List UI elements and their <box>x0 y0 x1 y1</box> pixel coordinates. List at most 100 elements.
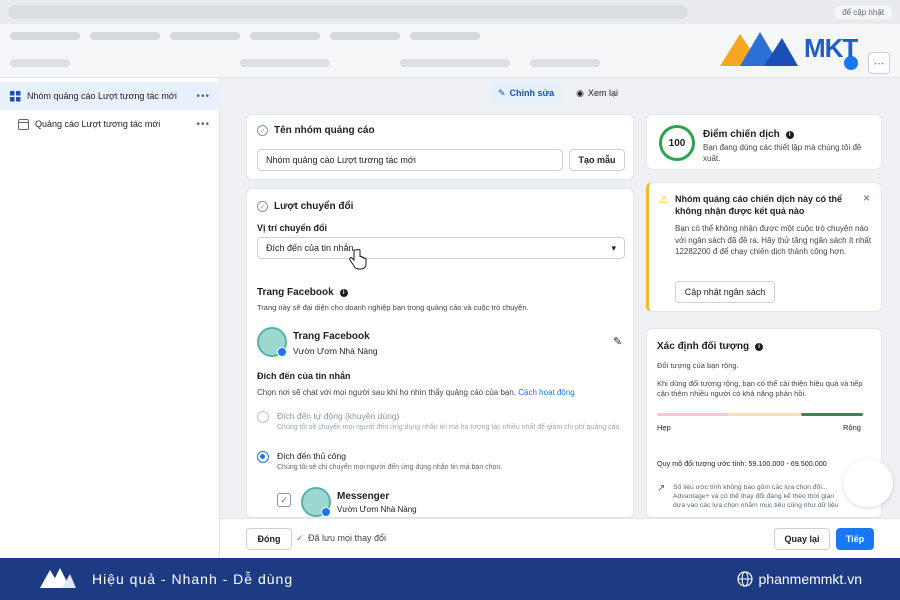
fb-page-label: Trang Facebook i <box>257 287 348 298</box>
audience-desc: Khi dùng đối tượng rộng, bạn có thể cải … <box>657 379 863 399</box>
tab-review[interactable]: ◉ Xem lại <box>568 82 626 104</box>
how-it-works-link[interactable]: Cách hoạt động <box>518 388 575 397</box>
audience-bar-mid <box>729 413 801 416</box>
update-budget-button[interactable]: Cập nhật ngân sách <box>675 281 775 303</box>
edit-pencil-icon[interactable]: ✎ <box>613 335 622 348</box>
logo-text: MKT <box>804 32 858 63</box>
browser-address-bar: để cập nhật <box>0 0 900 24</box>
check-circle-icon: ✓ <box>257 125 268 136</box>
page-sub: Vườn Ươm Nhà Nàng <box>293 346 378 356</box>
messenger-sub: Vườn Ươm Nhà Nàng <box>337 505 417 514</box>
tab-edit[interactable]: ✎ Chỉnh sửa <box>490 82 563 104</box>
ad-icon <box>18 118 29 130</box>
auto-destination-radio[interactable] <box>257 411 269 423</box>
sidebar-item-label: Quảng cáo Lượt tương tác mới <box>35 119 161 129</box>
wide-label: Rộng <box>843 423 861 432</box>
mkt-logo-icon <box>720 32 798 66</box>
mkt-logo: MKT <box>718 26 888 70</box>
floating-bubble[interactable] <box>843 459 893 507</box>
back-button[interactable]: Quay lại <box>774 528 830 550</box>
sidebar-item-ad[interactable]: Quảng cáo Lượt tương tác mới ••• <box>0 110 220 138</box>
info-icon[interactable]: i <box>785 130 794 139</box>
trend-icon: ↗ <box>657 483 666 494</box>
audience-status: Đối tượng của bạn rộng. <box>657 361 739 370</box>
manual-destination-title: Đích đến thủ công <box>277 451 346 461</box>
toolbar-item[interactable] <box>10 59 70 67</box>
bookmark-item[interactable] <box>170 32 240 40</box>
tab-edit-label: Chỉnh sửa <box>509 88 555 98</box>
ad-group-name-card: ✓ Tên nhóm quảng cáo Nhóm quảng cáo Lượt… <box>246 114 634 180</box>
banner-website[interactable]: phanmemmkt.vn <box>736 571 862 587</box>
warning-card: ⚠ Nhóm quảng cáo chiến dịch này có thể k… <box>646 182 882 312</box>
promo-banner: Hiệu quả - Nhanh - Dễ dùng phanmemmkt.vn <box>0 558 900 600</box>
audience-bar-wide <box>801 413 863 416</box>
pencil-icon: ✎ <box>498 87 506 98</box>
bookmark-item[interactable] <box>410 32 480 40</box>
address-field[interactable] <box>8 5 688 19</box>
destination-desc: Chọn nơi sẽ chat với mọi người sau khi h… <box>257 388 575 397</box>
audience-bar-narrow <box>657 413 729 416</box>
next-button[interactable]: Tiếp <box>836 528 874 550</box>
location-label: Vị trí chuyển đổi <box>257 223 328 233</box>
bookmark-item[interactable] <box>330 32 400 40</box>
sidebar-item-ad-group[interactable]: Nhóm quảng cáo Lượt tương tác mới ••• <box>0 82 220 110</box>
ad-group-name-input[interactable]: Nhóm quảng cáo Lượt tương tác mới <box>257 149 563 171</box>
banner-slogan: Hiệu quả - Nhanh - Dễ dùng <box>92 571 294 587</box>
auto-destination-title: Đích đến tự động (khuyên dùng) <box>277 411 400 421</box>
destination-label: Đích đến của tin nhắn <box>257 371 351 381</box>
manual-destination-radio[interactable] <box>257 451 269 463</box>
globe-icon <box>736 571 753 587</box>
more-icon[interactable]: ••• <box>196 91 210 102</box>
tab-review-label: Xem lại <box>587 88 618 98</box>
banner-site-text: phanmemmkt.vn <box>758 571 862 587</box>
location-select[interactable]: Đích đến của tin nhắn ▾ <box>257 237 625 259</box>
bookmark-item[interactable] <box>90 32 160 40</box>
card-title: ✓ Lượt chuyển đổi <box>257 201 353 212</box>
messenger-checkbox[interactable]: ✓ <box>277 493 291 507</box>
facebook-icon <box>277 347 287 357</box>
hand-cursor-icon <box>349 249 367 270</box>
score-desc: Bạn đang dùng các thiết lập mà chúng tôi… <box>703 143 862 163</box>
narrow-label: Hẹp <box>657 423 671 432</box>
score-title: Điểm chiến dịch i <box>703 129 794 140</box>
check-icon: ✓ <box>296 533 304 543</box>
audience-estimate: Quy mô đối tượng ước tính: 59.100.000 - … <box>657 459 827 468</box>
check-circle-icon: ✓ <box>257 201 268 212</box>
bookmark-item[interactable] <box>10 32 80 40</box>
more-icon[interactable]: ••• <box>196 119 210 130</box>
bookmark-item[interactable] <box>250 32 320 40</box>
dropdown-caret-icon: ▾ <box>611 242 616 253</box>
info-icon[interactable]: i <box>755 342 764 351</box>
messenger-title: Messenger <box>337 491 390 502</box>
fb-page-desc: Trang này sẽ đại diện cho doanh nghiệp b… <box>257 303 529 312</box>
audience-card: Xác định đối tượng i Đối tượng của bạn r… <box>646 328 893 518</box>
saved-status: Đã lưu mọi thay đổi <box>308 533 387 543</box>
card-title: ✓ Tên nhóm quảng cáo <box>257 125 375 136</box>
manual-destination-desc: Chúng tôi sẽ chỉ chuyển mọi người đến ứn… <box>277 464 503 471</box>
location-value: Đích đến của tin nhắn <box>266 243 354 253</box>
messenger-icon <box>321 507 331 517</box>
auto-destination-desc: Chúng tôi sẽ chuyển mọi người đến ứng dụ… <box>277 424 622 431</box>
conversion-card: ✓ Lượt chuyển đổi Vị trí chuyển đổi Đích… <box>246 188 634 518</box>
close-button[interactable]: Đóng <box>246 528 292 550</box>
audience-note: Số liệu ước tính không bao gồm các lựa c… <box>673 484 839 510</box>
eye-icon: ◉ <box>576 87 584 98</box>
grid-icon <box>10 90 21 101</box>
warning-title: Nhóm quảng cáo chiến dịch này có thể khô… <box>675 194 843 217</box>
sidebar-item-label: Nhóm quảng cáo Lượt tương tác mới <box>27 91 177 101</box>
mode-tabs: ✎ Chỉnh sửa ◉ Xem lại <box>490 82 626 104</box>
close-icon[interactable]: × <box>863 191 870 205</box>
mkt-banner-logo <box>38 562 78 596</box>
main-panel: ✎ Chỉnh sửa ◉ Xem lại ✓ Tên nhóm quảng c… <box>220 78 900 518</box>
sidebar: Nhóm quảng cáo Lượt tương tác mới ••• Qu… <box>0 78 220 558</box>
toolbar-item[interactable] <box>400 59 510 67</box>
toolbar-item[interactable] <box>530 59 600 67</box>
score-card: 100 Điểm chiến dịch i Bạn đang dùng các … <box>646 114 882 170</box>
info-icon[interactable]: i <box>339 288 348 297</box>
browser-update-button[interactable]: để cập nhật <box>834 5 892 19</box>
footer-action-bar: Đóng ✓ Đã lưu mọi thay đổi Quay lại Tiếp <box>220 518 900 558</box>
audience-title: Xác định đối tượng i <box>657 341 764 352</box>
toolbar-item[interactable] <box>240 59 330 67</box>
template-button[interactable]: Tạo mẫu <box>569 149 625 171</box>
mkt-logo-icon <box>40 568 76 588</box>
